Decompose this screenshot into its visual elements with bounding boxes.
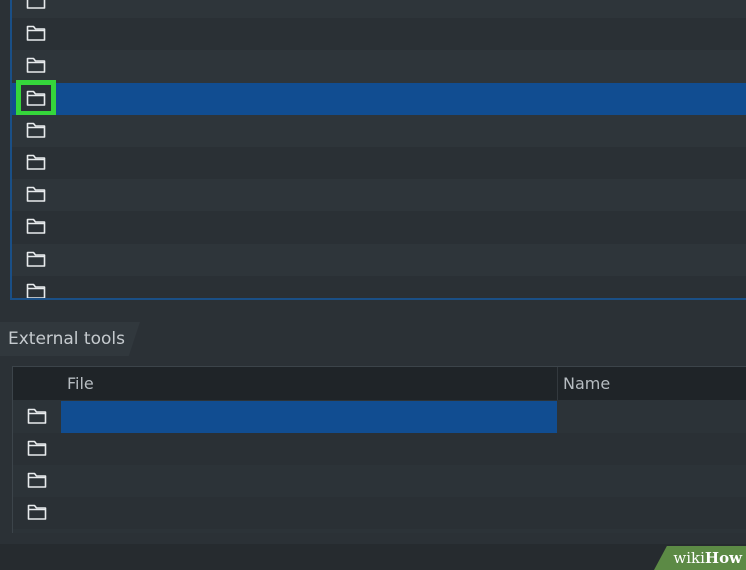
folder-icon[interactable]	[26, 217, 46, 237]
folder-icon-shape	[26, 122, 46, 138]
folder-icon[interactable]	[26, 250, 46, 270]
tab-strip: External tools	[0, 322, 746, 356]
folder-icon-shape	[26, 25, 46, 41]
folder-icon[interactable]	[26, 24, 46, 44]
table-row[interactable]	[13, 497, 746, 529]
column-header-file[interactable]: File	[67, 374, 94, 393]
tab-external-tools[interactable]: External tools	[0, 322, 140, 356]
column-header-name[interactable]: Name	[563, 374, 610, 393]
folder-icon[interactable]	[26, 56, 46, 76]
tab-external-tools-label: External tools	[8, 329, 125, 349]
watermark-prefix: wiki	[673, 549, 705, 567]
selection-highlight	[58, 82, 746, 115]
file-cell[interactable]	[61, 433, 557, 465]
folder-icon-shape	[26, 219, 46, 235]
folder-icon[interactable]	[26, 185, 46, 205]
folder-icon-shape	[26, 58, 46, 74]
folder-list-panel	[10, 0, 746, 300]
folder-icon[interactable]	[16, 79, 56, 116]
external-tools-table: File Name	[12, 366, 746, 533]
folder-icon-shape	[26, 251, 46, 267]
folder-row[interactable]	[12, 179, 746, 212]
folder-icon[interactable]	[26, 121, 46, 141]
column-separator[interactable]	[557, 367, 558, 400]
table-row[interactable]	[13, 465, 746, 497]
folder-icon-shape	[27, 504, 47, 520]
watermark-suffix: How	[704, 549, 742, 567]
folder-icon[interactable]	[26, 153, 46, 173]
wikihow-watermark: wikiHow	[654, 546, 746, 570]
app-screen: External tools File Name wikiHow	[0, 0, 746, 570]
table-header: File Name	[13, 367, 746, 400]
folder-icon[interactable]	[27, 471, 47, 491]
folder-row[interactable]	[12, 146, 746, 180]
footer-bar	[0, 544, 746, 570]
folder-icon[interactable]	[26, 282, 46, 298]
folder-icon-shape	[27, 472, 47, 488]
folder-row[interactable]	[12, 211, 746, 244]
folder-list	[12, 0, 746, 298]
folder-row[interactable]	[12, 50, 746, 83]
folder-icon-shape	[26, 90, 46, 106]
folder-row[interactable]	[12, 18, 746, 51]
folder-row[interactable]	[12, 114, 746, 147]
folder-row[interactable]	[12, 243, 746, 276]
folder-row[interactable]	[12, 275, 746, 298]
folder-icon-shape	[26, 186, 46, 202]
panel-divider[interactable]	[0, 300, 746, 323]
folder-icon[interactable]	[27, 439, 47, 459]
folder-icon[interactable]	[27, 503, 47, 523]
table-row[interactable]	[13, 401, 746, 433]
file-cell[interactable]	[61, 497, 557, 529]
folder-icon-shape	[27, 440, 47, 456]
folder-icon[interactable]	[27, 407, 47, 427]
file-cell[interactable]	[61, 465, 557, 497]
folder-icon[interactable]	[26, 0, 46, 12]
table-rows	[13, 401, 746, 529]
file-cell[interactable]	[61, 401, 557, 433]
folder-icon-shape	[26, 283, 46, 298]
folder-icon-shape	[27, 408, 47, 424]
table-row[interactable]	[13, 433, 746, 465]
watermark-text: wikiHow	[673, 549, 742, 567]
folder-row[interactable]	[12, 79, 746, 116]
folder-icon-shape	[26, 154, 46, 170]
folder-row[interactable]	[12, 0, 746, 19]
folder-icon-shape	[26, 0, 46, 9]
